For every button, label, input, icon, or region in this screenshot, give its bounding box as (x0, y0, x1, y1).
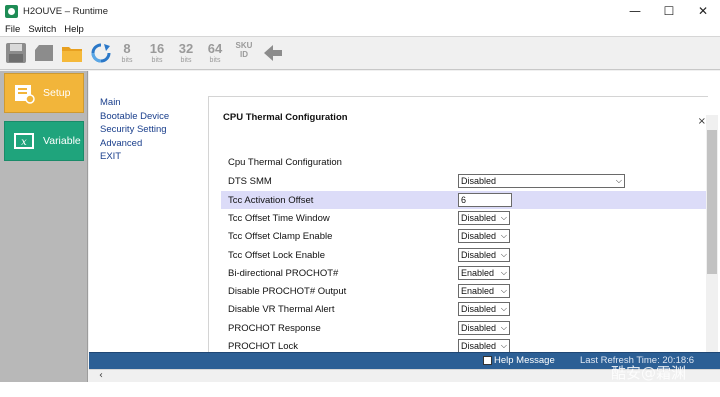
dts-smm-select[interactable]: Disabled ⌵ (458, 174, 625, 188)
window-title: H2OUVE – Runtime (23, 5, 109, 17)
svg-text:x: x (21, 137, 27, 148)
panel-title: CPU Thermal Configuration (223, 112, 348, 123)
help-message-checkbox[interactable] (483, 356, 492, 365)
bottom-strip (0, 382, 720, 397)
prochot-response-select[interactable]: Disabled ⌵ (458, 321, 510, 335)
8-bits-button[interactable]: 8 bits (115, 41, 139, 65)
toolbar: 8 bits 16 bits 32 bits 64 bits SKU ID (0, 38, 720, 70)
nav-item-main[interactable]: Main (100, 96, 169, 110)
setting-row-tcc-offset-lock-enable[interactable]: Tcc Offset Lock Enable Disabled ⌵ (221, 246, 711, 264)
tcc-offset-time-window-select[interactable]: Disabled ⌵ (458, 211, 510, 225)
setup-label: Setup (43, 87, 71, 99)
section-title: Cpu Thermal Configuration (228, 157, 342, 168)
nav-item-exit[interactable]: EXIT (100, 150, 169, 164)
prochot-lock-select[interactable]: Disabled ⌵ (458, 339, 510, 353)
watermark-text: 酷安@霜渊 (611, 364, 687, 382)
scroll-left-icon[interactable]: ‹ (99, 370, 103, 381)
refresh-icon[interactable] (90, 42, 112, 64)
menu-bar: File Switch Help (0, 22, 720, 37)
title-bar: H2OUVE – Runtime — ☐ ✕ (0, 0, 720, 22)
chevron-down-icon: ⌵ (500, 304, 507, 313)
help-message-label: Help Message (494, 355, 555, 366)
vertical-scroll-thumb[interactable] (707, 130, 717, 274)
disable-vr-thermal-alert-select[interactable]: Disabled ⌵ (458, 302, 510, 316)
chevron-down-icon: ⌵ (500, 213, 507, 222)
left-panel: Setup x Variable (0, 71, 88, 383)
setup-button[interactable]: Setup (4, 73, 84, 113)
back-arrow-icon[interactable] (262, 42, 284, 64)
tcc-offset-clamp-enable-select[interactable]: Disabled ⌵ (458, 229, 510, 243)
chevron-down-icon: ⌵ (500, 341, 507, 350)
64-bits-button[interactable]: 64 bits (203, 41, 227, 65)
setting-row-tcc-offset-clamp-enable[interactable]: Tcc Offset Clamp Enable Disabled ⌵ (221, 227, 711, 245)
setting-row-disable-prochot-output[interactable]: Disable PROCHOT# Output Enabled ⌵ (221, 282, 711, 300)
folder-icon[interactable] (61, 42, 83, 64)
save-icon[interactable] (5, 42, 27, 64)
menu-switch[interactable]: Switch (28, 24, 56, 35)
setting-row-bi-directional-prochot[interactable]: Bi-directional PROCHOT# Enabled ⌵ (221, 264, 711, 282)
chevron-down-icon: ⌵ (500, 231, 507, 240)
32-bits-button[interactable]: 32 bits (174, 41, 198, 65)
panel-close-icon[interactable]: × (698, 116, 706, 127)
maximize-button[interactable]: ☐ (652, 0, 686, 22)
variable-label: Variable (43, 135, 81, 147)
variable-button[interactable]: x Variable (4, 121, 84, 161)
window-controls: — ☐ ✕ (618, 0, 720, 22)
minimize-button[interactable]: — (618, 0, 652, 22)
setting-row-prochot-response[interactable]: PROCHOT Response Disabled ⌵ (221, 319, 711, 337)
bi-directional-prochot-select[interactable]: Enabled ⌵ (458, 266, 510, 280)
sku-id-button[interactable]: SKU ID (232, 41, 256, 59)
app-window: H2OUVE – Runtime — ☐ ✕ File Switch Help (0, 0, 720, 397)
setting-row-tcc-activation-offset[interactable]: Tcc Activation Offset 6 (221, 191, 711, 209)
disable-prochot-output-select[interactable]: Enabled ⌵ (458, 284, 510, 298)
close-button[interactable]: ✕ (686, 0, 720, 22)
chevron-down-icon: ⌵ (500, 323, 507, 332)
nav-list: Main Bootable Device Security Setting Ad… (100, 96, 169, 164)
main-area: Main Bootable Device Security Setting Ad… (89, 71, 720, 369)
nav-item-bootable-device[interactable]: Bootable Device (100, 110, 169, 124)
chevron-down-icon: ⌵ (615, 176, 622, 185)
setting-row-disable-vr-thermal-alert[interactable]: Disable VR Thermal Alert Disabled ⌵ (221, 300, 711, 318)
tcc-offset-lock-enable-select[interactable]: Disabled ⌵ (458, 248, 510, 262)
setup-icon (15, 85, 35, 104)
settings-panel: CPU Thermal Configuration × Cpu Thermal … (208, 96, 711, 369)
chevron-down-icon: ⌵ (500, 250, 507, 259)
chip-icon[interactable] (33, 42, 55, 64)
nav-item-security-setting[interactable]: Security Setting (100, 123, 169, 137)
16-bits-button[interactable]: 16 bits (145, 41, 169, 65)
variable-icon: x (14, 133, 34, 149)
chevron-down-icon: ⌵ (500, 268, 507, 277)
setting-row-dts-smm[interactable]: DTS SMM Disabled ⌵ (221, 172, 711, 190)
menu-help[interactable]: Help (64, 24, 84, 35)
setting-row-tcc-offset-time-window[interactable]: Tcc Offset Time Window Disabled ⌵ (221, 209, 711, 227)
nav-item-advanced[interactable]: Advanced (100, 137, 169, 151)
chevron-down-icon: ⌵ (500, 286, 507, 295)
tcc-activation-offset-input[interactable]: 6 (458, 193, 512, 207)
menu-file[interactable]: File (5, 24, 20, 35)
app-logo-icon (5, 4, 18, 18)
